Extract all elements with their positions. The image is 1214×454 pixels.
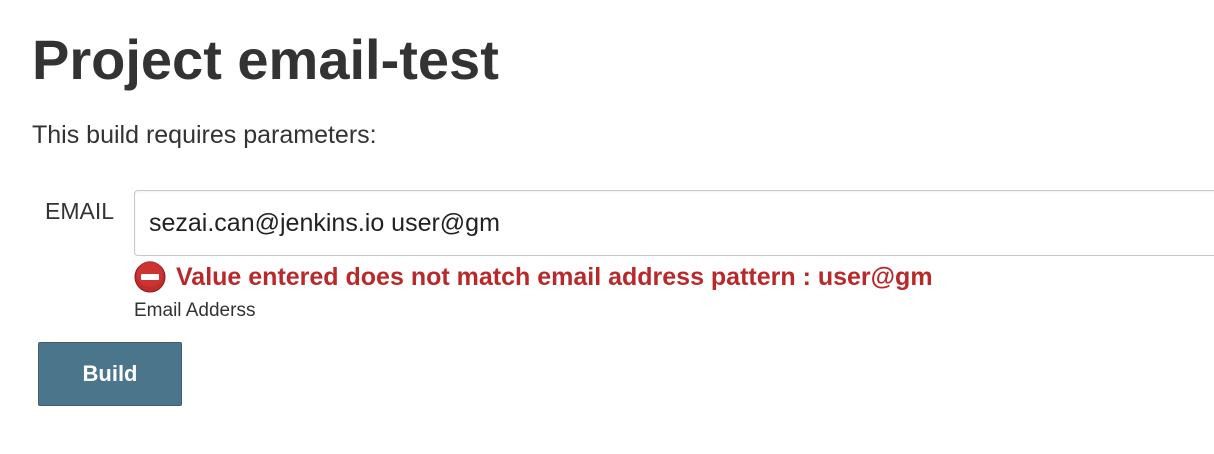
email-label: EMAIL — [45, 198, 115, 224]
email-input[interactable] — [134, 190, 1214, 256]
error-icon — [134, 261, 166, 293]
email-description: Email Adderss — [134, 300, 256, 321]
parameters-intro-text: This build requires parameters: — [32, 121, 377, 149]
error-message: Value entered does not match email addre… — [176, 262, 933, 291]
page-title: Project email-test — [32, 28, 499, 91]
build-button[interactable]: Build — [38, 342, 182, 406]
email-validation-error: Value entered does not match email addre… — [134, 260, 933, 294]
